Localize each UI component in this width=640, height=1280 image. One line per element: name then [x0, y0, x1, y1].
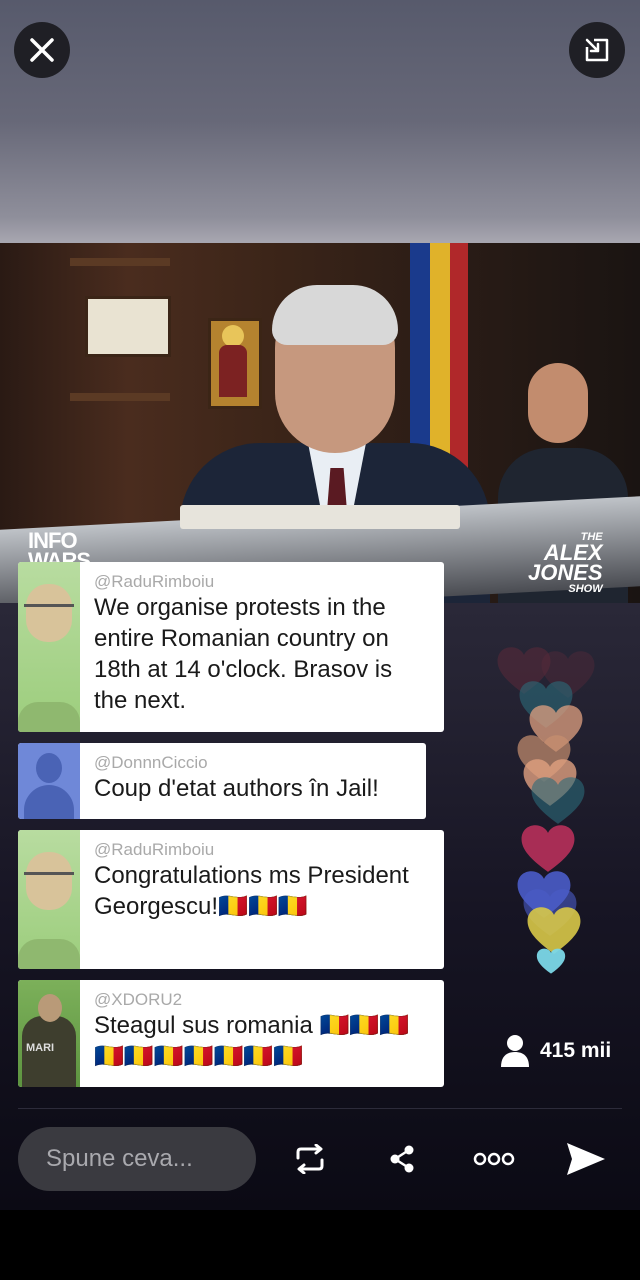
divider	[18, 1108, 622, 1109]
avatar[interactable]: MARI	[18, 980, 80, 1087]
send-button[interactable]	[562, 1136, 610, 1182]
share-icon	[390, 1145, 414, 1173]
comment-username[interactable]: @RaduRimboiu	[94, 572, 430, 592]
heart-icon	[531, 777, 585, 824]
repost-icon	[296, 1144, 324, 1174]
comment-text: Congratulations ms President Georgescu!🇷…	[94, 862, 409, 920]
more-icon	[473, 1152, 515, 1166]
diploma-frame	[85, 296, 171, 357]
close-button[interactable]	[14, 22, 70, 78]
comment-username[interactable]: @XDORU2	[94, 990, 430, 1010]
heart-icon	[521, 825, 575, 872]
alex-jones-show-logo: THE ALEX JONES SHOW	[528, 531, 603, 595]
comment-text: Steagul sus romania 🇷🇴🇷🇴🇷🇴🇷🇴🇷🇴🇷🇴🇷🇴🇷🇴🇷🇴🇷🇴	[94, 1012, 410, 1070]
comment-username[interactable]: @DonnnCiccio	[94, 753, 379, 773]
comment-text: We organise protests in the entire Roman…	[94, 594, 393, 714]
comment-item[interactable]: @RaduRimboiu Congratulations ms Presiden…	[18, 830, 444, 969]
avatar[interactable]	[18, 830, 80, 969]
heart-icon	[536, 948, 566, 974]
comment-username[interactable]: @RaduRimboiu	[94, 840, 430, 860]
comment-input-placeholder: Spune ceva...	[46, 1145, 193, 1172]
viewer-count: 415 mii	[500, 1034, 611, 1068]
minimize-window-icon	[585, 38, 609, 62]
avatar[interactable]	[18, 743, 80, 819]
avatar[interactable]	[18, 562, 80, 732]
bottom-area	[0, 1210, 640, 1280]
more-button[interactable]	[470, 1136, 518, 1182]
comment-item[interactable]: @RaduRimboiu We organise protests in the…	[18, 562, 444, 732]
repost-button[interactable]	[286, 1136, 334, 1182]
comment-input[interactable]: Spune ceva...	[18, 1127, 256, 1191]
bookshelf	[70, 258, 170, 266]
bookshelf	[70, 393, 170, 401]
share-button[interactable]	[378, 1136, 426, 1182]
viewer-count-text: 415 mii	[540, 1039, 612, 1062]
papers	[180, 505, 460, 529]
minimize-button[interactable]	[569, 22, 625, 78]
video-player[interactable]: INFO WARS THE ALEX JONES SHOW	[0, 243, 640, 603]
close-icon	[30, 38, 54, 62]
send-icon	[567, 1143, 605, 1175]
person-icon	[501, 1035, 529, 1067]
comment-text: Coup d'etat authors în Jail!	[94, 775, 379, 802]
comment-item[interactable]: MARI @XDORU2 Steagul sus romania 🇷🇴🇷🇴🇷🇴🇷…	[18, 980, 444, 1087]
comment-item[interactable]: @DonnnCiccio Coup d'etat authors în Jail…	[18, 743, 426, 819]
